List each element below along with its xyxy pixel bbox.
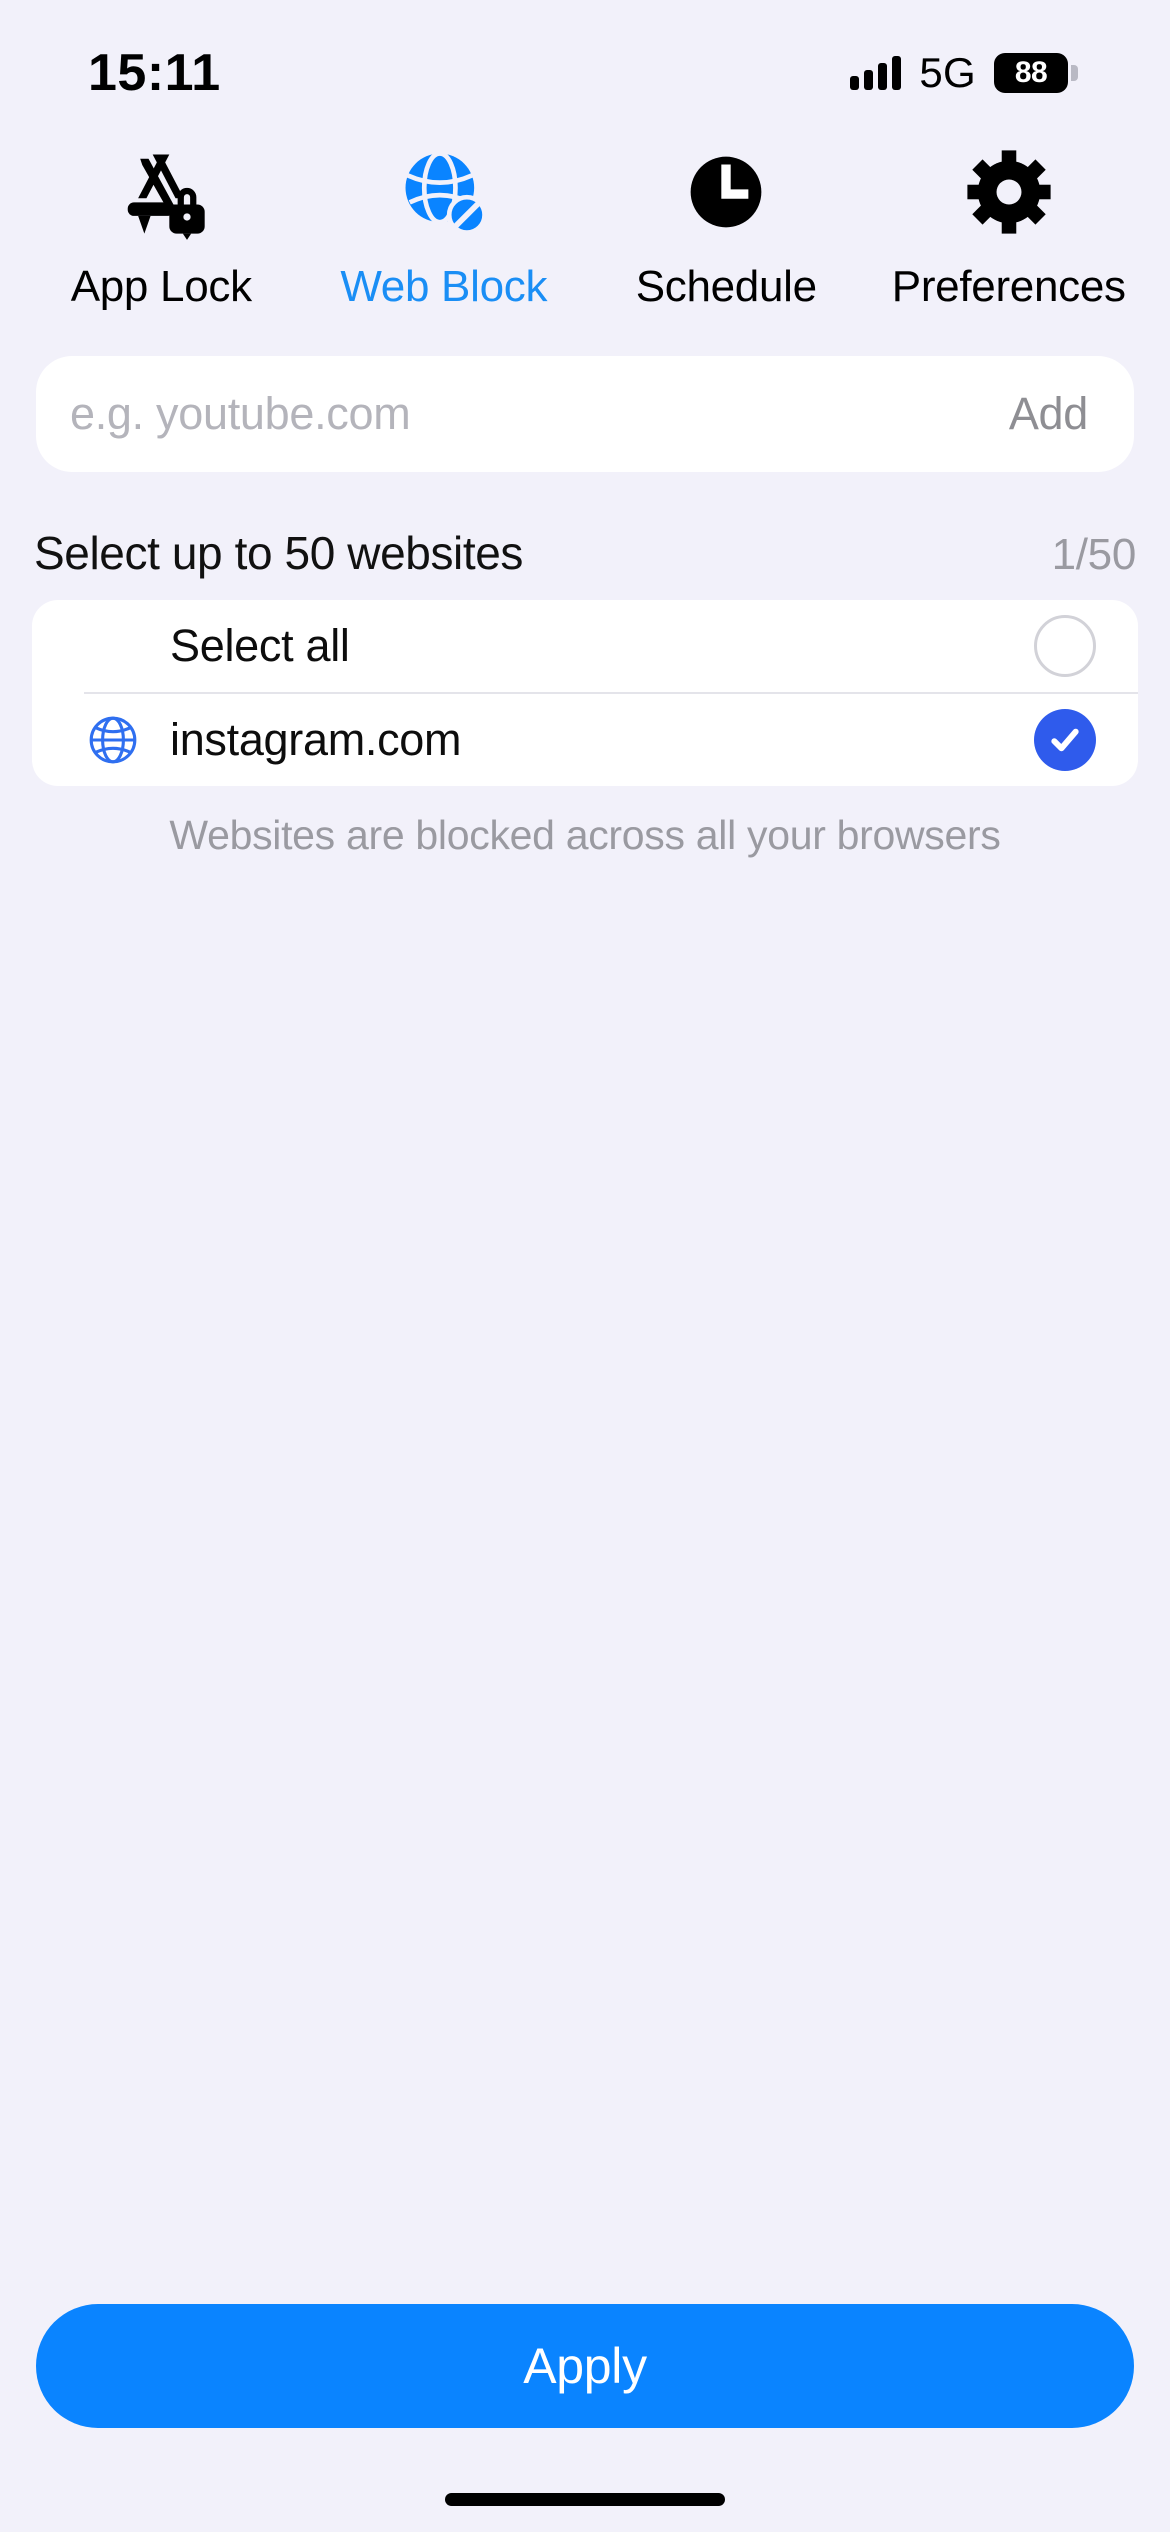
network-type-label: 5G — [919, 49, 976, 96]
section-header: Select up to 50 websites 1/50 — [34, 526, 1136, 580]
section-title: Select up to 50 websites — [34, 527, 524, 579]
table-row[interactable]: instagram.com — [32, 694, 1138, 786]
website-name: instagram.com — [170, 714, 462, 765]
home-indicator[interactable] — [445, 2492, 725, 2506]
status-bar: 15:11 5G 88 — [0, 0, 1170, 128]
select-all-row[interactable]: Select all — [32, 600, 1138, 692]
battery-level-label: 88 — [1014, 56, 1048, 89]
tab-schedule[interactable]: Schedule — [585, 140, 868, 312]
app-screen: 15:11 5G 88 App Lock Web Block Schedule … — [0, 0, 1170, 2532]
status-indicators: 5G 88 — [850, 31, 1078, 97]
select-all-checkbox[interactable] — [1034, 615, 1096, 677]
globe-icon — [84, 711, 142, 769]
tab-label-web-block: Web Block — [340, 262, 548, 311]
website-checkbox[interactable] — [1034, 709, 1096, 771]
tab-label-app-lock: App Lock — [70, 262, 252, 311]
tab-label-schedule: Schedule — [635, 262, 817, 311]
tab-web-block[interactable]: Web Block — [303, 140, 586, 312]
tab-bar: App Lock Web Block Schedule Preferences — [0, 128, 1170, 312]
tab-preferences[interactable]: Preferences — [868, 140, 1151, 312]
cellular-signal-icon — [850, 56, 902, 90]
add-website-row: Add — [36, 356, 1134, 472]
battery-icon: 88 — [994, 53, 1078, 93]
add-button[interactable]: Add — [1009, 388, 1088, 440]
website-list-card: Select all instagram.com — [32, 600, 1138, 786]
selection-count: 1/50 — [1051, 530, 1137, 579]
globe-blocked-icon — [392, 140, 496, 244]
clock-icon — [674, 140, 778, 244]
tab-app-lock[interactable]: App Lock — [20, 140, 303, 312]
website-input[interactable] — [70, 388, 1009, 440]
gear-icon — [957, 140, 1061, 244]
apply-button[interactable]: Apply — [36, 2304, 1134, 2428]
tab-label-preferences: Preferences — [891, 262, 1126, 311]
app-lock-icon — [109, 140, 213, 244]
status-time: 15:11 — [88, 44, 221, 102]
select-all-label: Select all — [170, 620, 350, 671]
home-indicator-area — [0, 2428, 1170, 2532]
footnote: Websites are blocked across all your bro… — [169, 812, 1001, 858]
